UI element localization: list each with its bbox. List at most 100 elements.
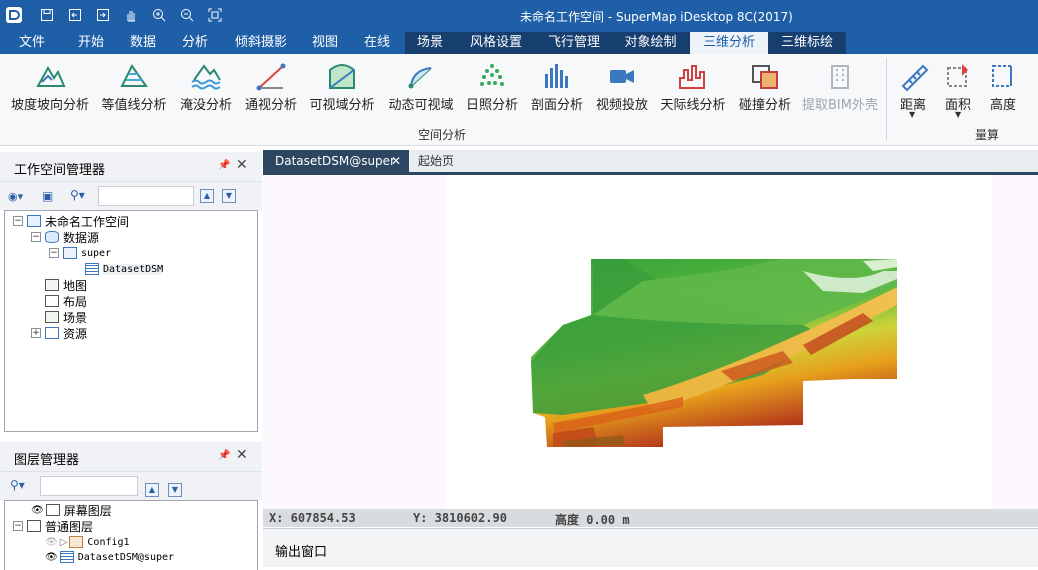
sunlight-analysis-button[interactable]: 日照分析: [462, 56, 522, 122]
workspace-manager-panel: 工作空间管理器 📌 ✕ ◉▾ ▣ ⚲▾ ▲ ▼ − 未命名工作空间 − 数据源 …: [0, 152, 262, 436]
tree-node-super[interactable]: − super: [49, 245, 111, 261]
redo-icon[interactable]: [94, 6, 112, 24]
line-of-sight-icon: [256, 63, 286, 91]
collapse-icon[interactable]: −: [13, 216, 23, 226]
tab-3d-analysis[interactable]: 三维分析: [690, 32, 768, 54]
profile-analysis-button[interactable]: 剖面分析: [526, 56, 588, 122]
tab-flight-management[interactable]: 飞行管理: [537, 32, 611, 54]
layer-label-screen: 屏幕图层: [63, 503, 112, 518]
tab-oblique-photo[interactable]: 倾斜摄影: [226, 32, 296, 54]
save-icon[interactable]: [38, 6, 56, 24]
video-projection-button[interactable]: 视频投放: [592, 56, 652, 122]
line-of-sight-label: 通视分析: [244, 98, 297, 113]
x-coordinate: X: 607854.53: [269, 511, 356, 525]
layer-search-input[interactable]: [40, 476, 138, 496]
dynamic-viewshed-button[interactable]: 动态可视域: [384, 56, 458, 122]
visibility-eye-icon[interactable]: 👁: [45, 552, 58, 563]
ribbon-tab-bar: 文件 开始 数据 分析 倾斜摄影 视图 在线 场景 风格设置 飞行管理 对象绘制…: [0, 32, 1038, 54]
undo-icon[interactable]: [66, 6, 84, 24]
tab-data[interactable]: 数据: [120, 32, 166, 54]
distance-dropdown-icon[interactable]: ▼: [909, 110, 915, 119]
app-logo-icon[interactable]: [6, 7, 22, 23]
viewshed-button[interactable]: 可视域分析: [304, 56, 380, 122]
status-bar: X: 607854.53 Y: 3810602.90 高度 0.00 m: [263, 509, 1038, 527]
layer-node-normal[interactable]: − 普通图层: [13, 518, 93, 534]
tree-node-scenes[interactable]: 场景: [45, 309, 87, 325]
slope-aspect-button[interactable]: 坡度坡向分析: [6, 56, 94, 122]
workspace-icon: [27, 215, 41, 227]
close-icon[interactable]: ✕: [236, 447, 248, 463]
document-tab-bar: DatasetDSM@super ✕ 起始页: [263, 150, 1038, 172]
collapse-icon[interactable]: −: [31, 232, 41, 242]
layer-group-icon: [27, 520, 41, 532]
tab-view[interactable]: 视图: [302, 32, 348, 54]
extract-bim-shell-label: 提取BIM外壳: [802, 98, 878, 113]
workspace-panel-header: 工作空间管理器 📌 ✕: [0, 152, 262, 182]
full-extent-icon[interactable]: [206, 6, 224, 24]
profile-icon: [545, 64, 568, 88]
measure-group-label: 量算: [975, 128, 1000, 142]
layer-panel-header: 图层管理器 📌 ✕: [0, 442, 262, 472]
contour-analysis-button[interactable]: 等值线分析: [98, 56, 170, 122]
tree-node-workspace[interactable]: − 未命名工作空间: [13, 213, 129, 229]
tab-scene[interactable]: 场景: [405, 32, 455, 54]
close-tab-icon[interactable]: ✕: [391, 150, 401, 172]
move-up-button[interactable]: ▲: [145, 483, 159, 497]
grid-dataset-icon: [59, 551, 74, 563]
search-icon[interactable]: ⚲▾: [70, 188, 85, 202]
layer-node-dataset[interactable]: 👁 DatasetDSM@super: [45, 549, 174, 565]
datasource-icon: [45, 231, 59, 243]
search-icon[interactable]: ⚲▾: [10, 478, 25, 492]
visibility-eye-icon[interactable]: 👁: [45, 537, 58, 548]
tab-style-settings[interactable]: 风格设置: [455, 32, 537, 54]
pan-hand-icon[interactable]: [122, 6, 140, 24]
collapse-icon[interactable]: −: [49, 248, 59, 258]
tab-start[interactable]: 开始: [68, 32, 114, 54]
layer-node-screen[interactable]: 👁 屏幕图层: [31, 502, 112, 518]
flood-analysis-button[interactable]: 淹没分析: [174, 56, 238, 122]
output-window: 输出窗口: [263, 528, 1038, 567]
visibility-eye-icon[interactable]: 👁: [31, 505, 44, 516]
tab-start-page[interactable]: 起始页: [418, 150, 454, 172]
layer-node-config[interactable]: 👁 ▷ Config1: [45, 534, 130, 550]
workspace-search-input[interactable]: [98, 186, 194, 206]
tree-node-maps[interactable]: 地图: [45, 277, 87, 293]
output-window-title: 输出窗口: [275, 545, 328, 560]
collapse-icon[interactable]: −: [13, 521, 23, 531]
tree-node-resources[interactable]: + 资源: [31, 325, 87, 341]
extract-bim-shell-button[interactable]: 提取BIM外壳: [800, 56, 880, 122]
height-button[interactable]: 高度: [984, 56, 1022, 122]
sunlight-label: 日照分析: [465, 98, 518, 113]
pin-icon[interactable]: 📌: [218, 450, 230, 461]
zoom-in-icon[interactable]: [150, 6, 168, 24]
tab-dataset-dsm[interactable]: DatasetDSM@super ✕: [263, 150, 409, 172]
new-workspace-icon[interactable]: ▣: [42, 189, 53, 203]
move-down-button[interactable]: ▼: [168, 483, 182, 497]
select-arrow-icon[interactable]: ▷: [60, 537, 68, 548]
area-dropdown-icon[interactable]: ▼: [955, 110, 961, 119]
zoom-out-icon[interactable]: [178, 6, 196, 24]
open-workspace-icon[interactable]: ◉▾: [8, 190, 23, 203]
video-camera-icon: [610, 70, 634, 83]
pin-icon[interactable]: 📌: [218, 160, 230, 171]
collision-analysis-button[interactable]: 碰撞分析: [734, 56, 796, 122]
tree-label-workspace: 未命名工作空间: [45, 214, 130, 229]
tab-online[interactable]: 在线: [354, 32, 400, 54]
folder-icon: [45, 327, 59, 339]
expand-icon[interactable]: +: [31, 328, 41, 338]
workspace-tree: − 未命名工作空间 − 数据源 − super DatasetDSM 地图 布局: [4, 210, 258, 432]
tree-node-dataset-dsm[interactable]: DatasetDSM: [85, 261, 164, 277]
tab-3d-plotting[interactable]: 三维标绘: [768, 32, 846, 54]
move-up-button[interactable]: ▲: [200, 189, 214, 203]
close-icon[interactable]: ✕: [236, 157, 248, 173]
ribbon-separator: [886, 58, 887, 140]
move-down-button[interactable]: ▼: [222, 189, 236, 203]
tree-node-layouts[interactable]: 布局: [45, 293, 87, 309]
skyline-analysis-button[interactable]: 天际线分析: [656, 56, 730, 122]
tab-file[interactable]: 文件: [6, 32, 58, 54]
tab-analysis[interactable]: 分析: [172, 32, 218, 54]
tab-object-drawing[interactable]: 对象绘制: [611, 32, 690, 54]
map-view[interactable]: [263, 172, 1038, 509]
tree-node-datasources[interactable]: − 数据源: [31, 229, 99, 245]
line-of-sight-button[interactable]: 通视分析: [242, 56, 300, 122]
